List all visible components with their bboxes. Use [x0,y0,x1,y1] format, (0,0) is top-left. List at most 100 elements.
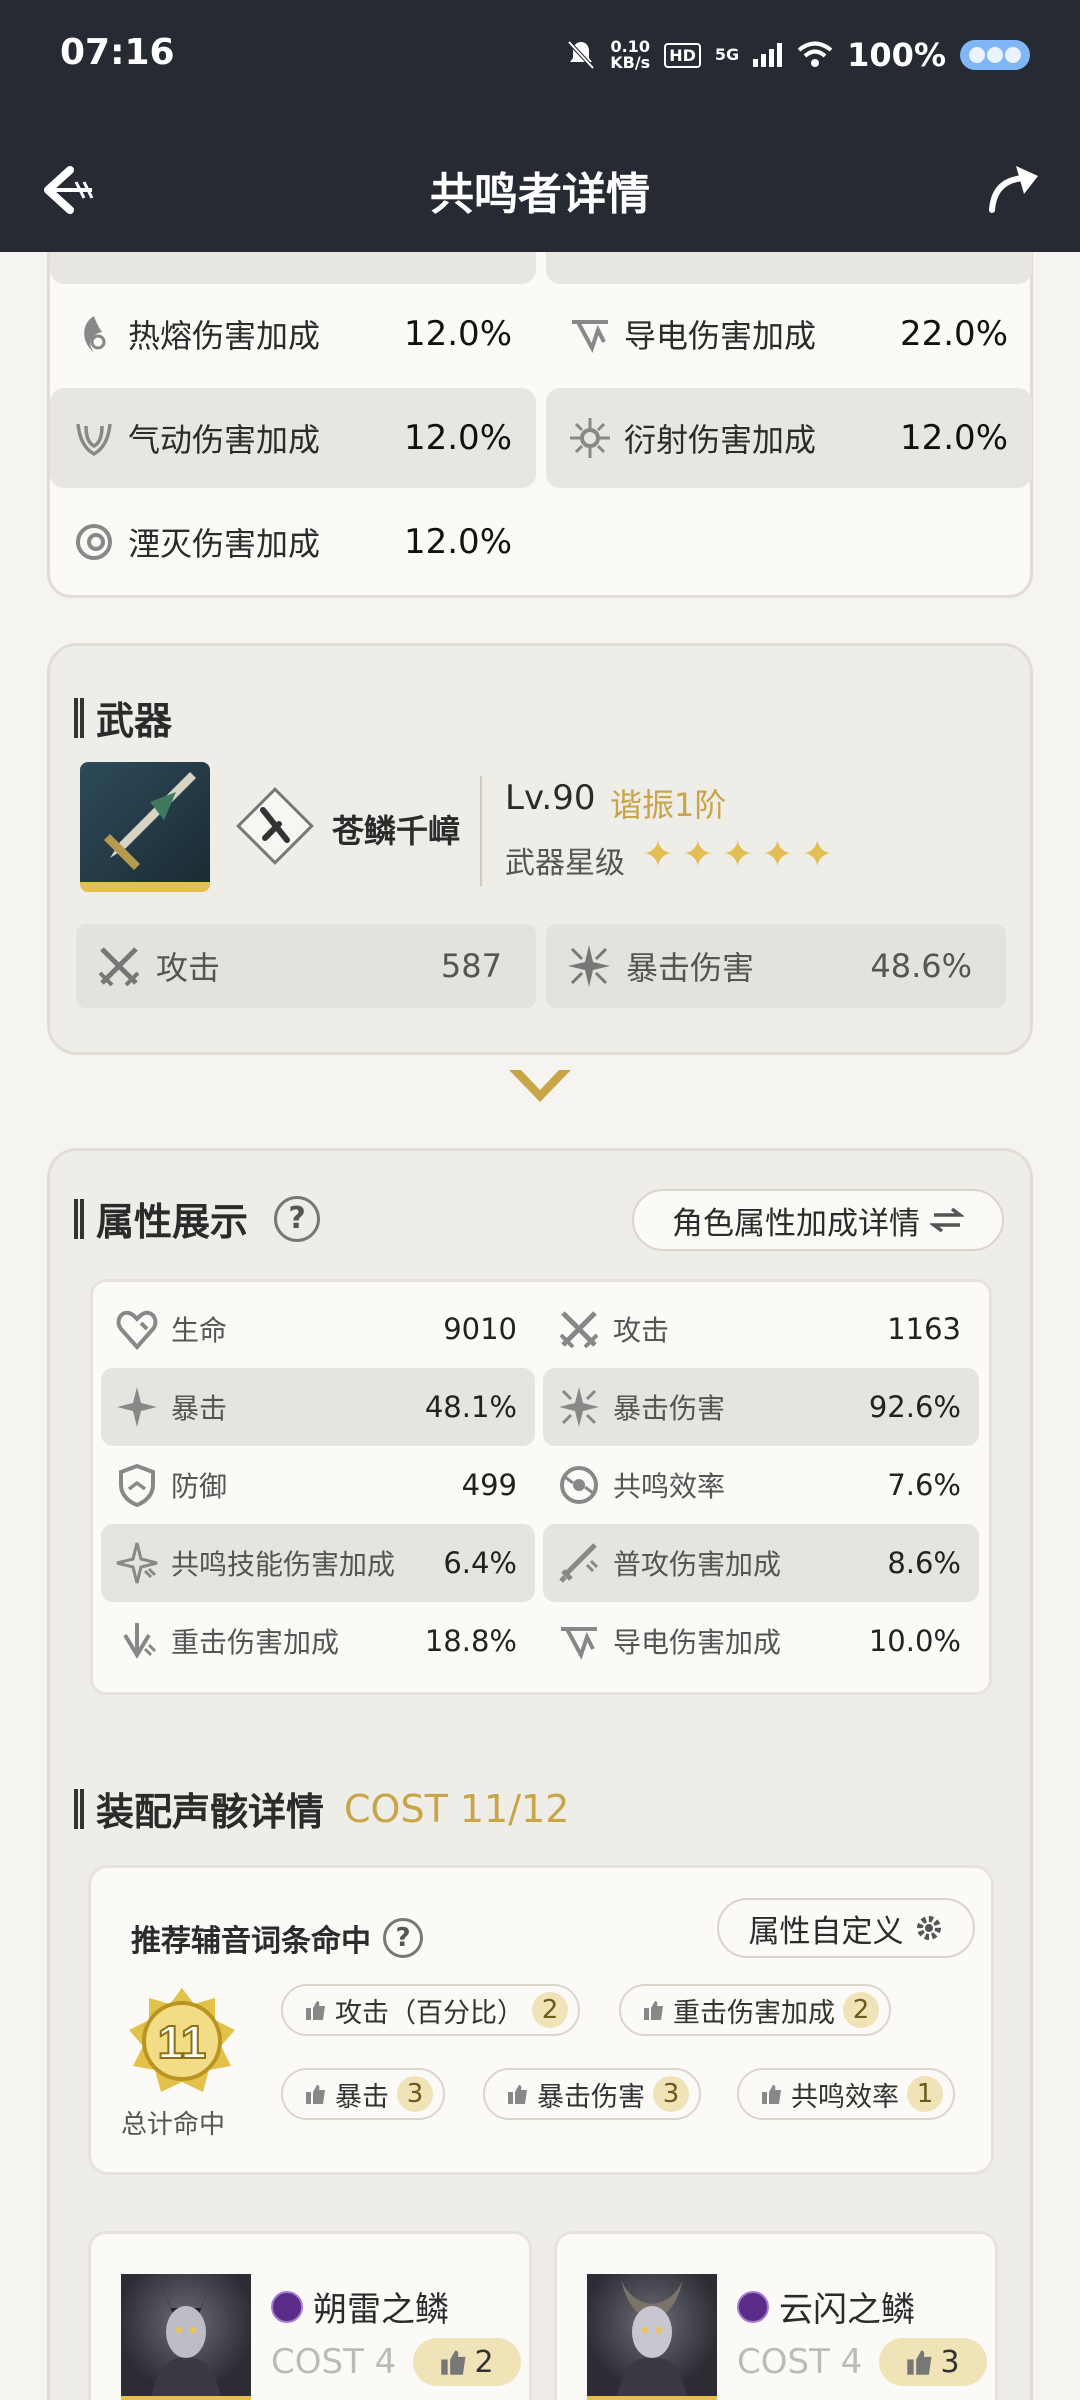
attr-label: 攻击 [613,1314,670,1347]
attr-value: 18.8% [424,1624,517,1658]
attr-label: 普攻伤害加成 [613,1548,782,1581]
like-count: 2 [474,2344,494,2380]
attr-row-hp: 生命 9010 [101,1290,535,1368]
thumb-up-icon [644,2001,663,2020]
stat-row-spectro: 衍射伤害加成 12.0% [546,388,1032,488]
electro-icon [572,320,608,354]
section-title-text: 装配声骸详情 [96,1790,325,1834]
net-speed: 0.10 KB/s [610,37,651,72]
divider [480,776,482,886]
echo-cost: COST 4 [737,2342,863,2382]
sword-icon [104,772,196,870]
total-hits-value: 11 [158,2016,207,2068]
attribute-section-title: 属性展示 ? [74,1191,321,1246]
attr-value: 10.0% [868,1624,961,1658]
attr-label: 共鸣技能伤害加成 [171,1548,396,1581]
stat-row-fusion: 热熔伤害加成 12.0% [50,284,536,384]
broadblade-type-icon [236,787,314,865]
signal-icon [753,43,783,67]
attr-value: 48.1% [424,1390,517,1424]
defense-icon [119,1463,155,1507]
echo-card[interactable]: 朔雷之鳞 COST 4 2 [88,2231,532,2400]
attack-icon [98,947,140,987]
electro-icon [561,1627,597,1661]
crit-icon [117,1387,157,1427]
attr-row-electro-dmg: 导电伤害加成 10.0% [543,1602,979,1680]
section-title-text: 武器 [96,699,173,743]
stat-label: 导电伤害加成 [624,317,817,355]
echo-name: 云闪之鳞 [737,2282,915,2331]
weapon-image[interactable] [80,762,210,892]
custom-attribute-button[interactable]: 属性自定义 [717,1898,975,1958]
attr-label: 导电伤害加成 [613,1626,782,1659]
attribute-bonus-detail-button[interactable]: 角色属性加成详情 [632,1189,1004,1251]
attr-value: 92.6% [868,1390,961,1424]
stat-label: 湮灭伤害加成 [128,525,321,563]
share-icon[interactable] [984,158,1044,218]
mute-bell-icon [567,40,595,70]
attr-label: 共鸣效率 [613,1470,726,1503]
tag-label: 攻击（百分比） [335,1997,524,2029]
attr-value: 9010 [443,1312,517,1346]
weapon-level: Lv.90 [505,778,596,818]
aero-icon [76,423,112,457]
substat-tag-atk-percent: 攻击（百分比） 2 [281,1984,580,2036]
star-icon: ✦ [761,832,794,876]
stat-row-aero: 气动伤害加成 12.0% [50,388,536,488]
star-icon: ✦ [642,832,674,876]
star-icon: ✦ [721,832,754,876]
help-icon[interactable]: ? [274,1195,321,1242]
attr-row-attack: 攻击 1163 [543,1290,979,1368]
status-icons: 0.10 KB/s HD 5G 100% [566,36,1030,74]
attr-value: 8.6% [887,1546,961,1580]
tag-label: 共鸣效率 [791,2081,899,2113]
echo-figure-icon [151,2284,221,2396]
echo-name-text: 朔雷之鳞 [313,2290,449,2330]
stat-row-havoc: 湮灭伤害加成 12.0% [50,492,536,592]
tag-count: 2 [532,1992,568,2028]
section-bar-icon [74,1788,84,1829]
attr-row-energy-regen: 共鸣效率 7.6% [543,1446,979,1524]
thumb-up-icon [306,2001,325,2020]
attr-value: 499 [461,1468,517,1502]
star-icon: ✦ [681,832,714,876]
rarity-icon [737,2290,769,2323]
hit-count-medal-icon: 11 [129,1988,235,2092]
section-bar-icon [74,697,84,738]
thumb-up-icon [306,2085,325,2104]
total-hits-label: 总计命中 [121,2110,226,2140]
echo-card[interactable]: 云闪之鳞 COST 4 3 [554,2231,998,2400]
weapon-name: 苍鳞千嶂 [332,812,461,850]
weapon-stat-crit-damage: 暴击伤害 48.6% [546,924,1006,1008]
tag-label: 暴击伤害 [537,2081,645,2113]
attr-row-crit-damage: 暴击伤害 92.6% [543,1368,979,1446]
echo-name: 朔雷之鳞 [271,2282,449,2331]
wifi-icon [797,41,833,67]
attr-label: 防御 [171,1470,228,1503]
echo-section-title: 装配声骸详情 COST 11/12 [74,1781,569,1836]
attr-label: 暴击伤害 [613,1392,726,1425]
attr-label: 生命 [171,1314,228,1347]
thumb-up-icon [441,2350,466,2375]
reco-title: 推荐辅音词条命中 ? [131,1916,423,1960]
tag-count: 3 [397,2076,433,2112]
attr-label: 重击伤害加成 [171,1626,340,1659]
thumb-up-icon [762,2085,781,2104]
echo-figure-icon [617,2280,687,2396]
stat-label: 衍射伤害加成 [624,421,817,459]
rarity-icon [271,2290,303,2323]
help-icon[interactable]: ? [383,1918,423,1958]
button-label: 属性自定义 [748,1913,904,1950]
stat-value: 48.6% [870,947,972,985]
tag-count: 3 [653,2076,689,2112]
tag-label: 暴击 [335,2081,389,2113]
stat-label: 热熔伤害加成 [128,317,321,355]
attr-label: 暴击 [171,1392,228,1425]
stat-value: 12.0% [403,522,512,562]
echo-cost-total: COST 11/12 [344,1786,570,1831]
stat-label: 气动伤害加成 [128,421,321,459]
thumb-up-icon [508,2085,527,2104]
chevron-down-icon[interactable] [505,1066,575,1106]
attr-row-heavy-attack: 重击伤害加成 18.8% [101,1602,535,1680]
attribute-panel: 生命 9010 攻击 1163 暴击 48.1% 暴击伤害 92.6% 防御 4… [90,1279,992,1695]
